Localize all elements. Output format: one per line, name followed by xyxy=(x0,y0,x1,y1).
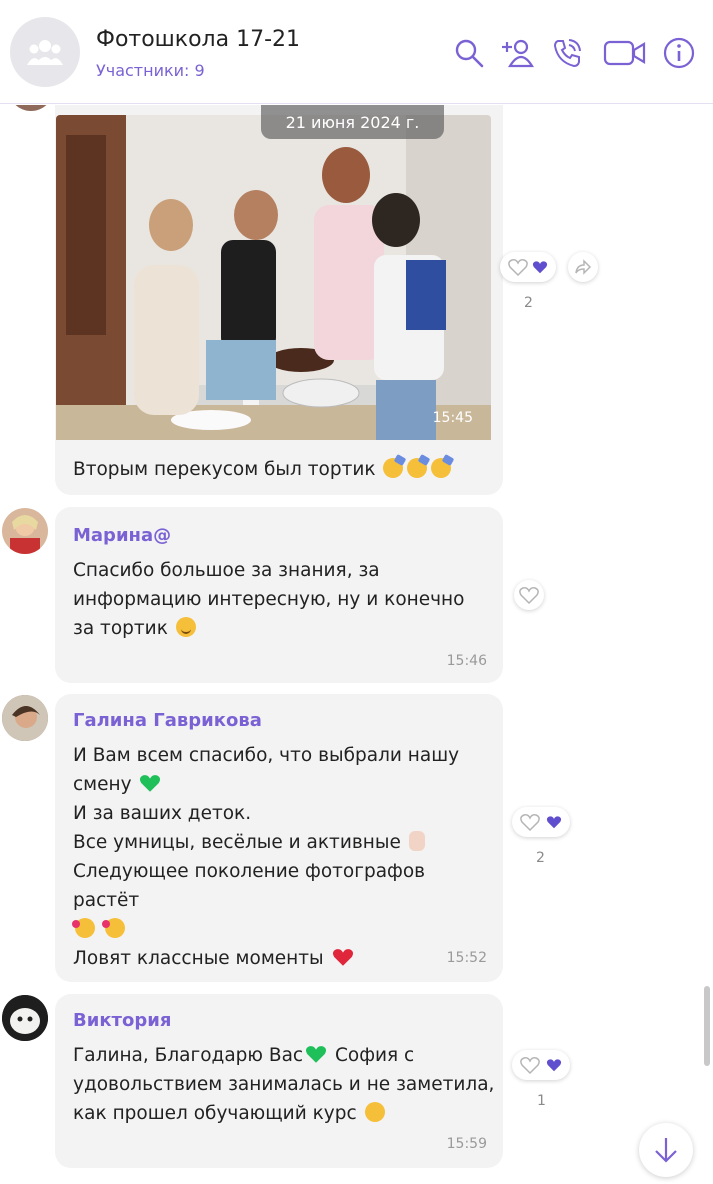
message-line: удовольствием занималась и не заметила, xyxy=(73,1074,495,1095)
sender-name[interactable]: Галина Гаврикова xyxy=(73,710,262,731)
info-icon[interactable] xyxy=(662,36,696,70)
video-call-icon[interactable] xyxy=(602,36,648,70)
message-time: 15:52 xyxy=(446,950,487,966)
reaction-bar[interactable] xyxy=(500,252,598,282)
reaction-count: 2 xyxy=(536,850,545,866)
group-avatar[interactable] xyxy=(10,17,80,87)
heart-outline-icon xyxy=(520,814,540,831)
message-time: 15:59 xyxy=(446,1136,487,1152)
scroll-to-bottom-button[interactable] xyxy=(639,1123,693,1177)
red-heart-icon xyxy=(332,947,354,967)
heart-outline-icon xyxy=(520,1057,540,1074)
photo-caption: Вторым перекусом был тортик xyxy=(73,459,376,480)
group-icon xyxy=(27,40,63,65)
heart-filled-icon xyxy=(532,261,548,274)
message-line: И Вам всем спасибо, что выбрали нашу xyxy=(73,745,460,766)
photo[interactable]: 15:45 xyxy=(56,115,491,440)
share-icon xyxy=(575,259,592,275)
message-line: Все умницы, весёлые и активные xyxy=(73,832,401,853)
message-bubble[interactable]: Галина Гаврикова И Вам всем спасибо, что… xyxy=(55,694,503,982)
search-icon[interactable] xyxy=(452,36,486,70)
smiling-face-with-hearts-icon xyxy=(101,918,125,938)
like-button[interactable] xyxy=(514,580,544,610)
avatar[interactable] xyxy=(2,695,48,741)
message-line: Ловят классные моменты xyxy=(73,948,324,969)
avatar[interactable] xyxy=(2,995,48,1041)
chat-title[interactable]: Фотошкола 17-21 xyxy=(96,27,300,52)
reaction-count: 2 xyxy=(524,295,533,311)
participants-count[interactable]: Участники: 9 xyxy=(96,61,205,80)
like-button[interactable] xyxy=(512,1050,570,1080)
chat-header: Фотошкола 17-21 Участники: 9 xyxy=(0,0,713,104)
message-line: Галина, Благодарю Вас xyxy=(73,1045,304,1066)
avatar[interactable] xyxy=(2,508,48,554)
add-participant-icon[interactable] xyxy=(500,36,534,70)
reaction-bar[interactable] xyxy=(514,580,544,610)
message-time: 15:46 xyxy=(446,653,487,669)
heart-outline-icon xyxy=(508,259,528,276)
message-text: Вторым перекусом был тортик xyxy=(73,455,493,484)
forward-button[interactable] xyxy=(568,252,598,282)
message-bubble[interactable]: Марина@ Спасибо большое за знания, за ин… xyxy=(55,507,503,683)
reaction-bar[interactable] xyxy=(512,807,570,837)
message-line: София с xyxy=(334,1045,415,1066)
winking-face-icon xyxy=(364,1102,385,1122)
call-icon[interactable] xyxy=(550,36,584,70)
green-heart-icon xyxy=(139,773,161,793)
message-list[interactable]: 21 июня 2024 г. 15:45 Вторым перекусом б… xyxy=(0,105,713,1184)
message-text: И Вам всем спасибо, что выбрали нашу сме… xyxy=(72,741,493,973)
message-body: Спасибо большое за знания, за информацию… xyxy=(73,560,471,639)
partying-face-icon xyxy=(407,458,428,478)
message-text: Галина, Благодарю Вас София с удовольств… xyxy=(73,1041,498,1128)
like-button[interactable] xyxy=(500,252,556,282)
message-line: смену xyxy=(73,774,132,795)
thumbs-up-icon xyxy=(408,831,425,851)
smiling-face-icon xyxy=(175,617,196,637)
message-line: как прошел обучающий курс xyxy=(73,1103,357,1124)
message-line: Следующее поколение фотографов растёт xyxy=(73,861,431,911)
sender-name[interactable]: Виктория xyxy=(73,1010,171,1031)
smiling-face-with-hearts-icon xyxy=(72,918,95,938)
message-text: Спасибо большое за знания, за информацию… xyxy=(73,556,478,643)
reaction-count: 1 xyxy=(537,1093,546,1109)
heart-filled-icon xyxy=(546,816,562,829)
avatar[interactable] xyxy=(8,105,54,111)
reaction-bar[interactable] xyxy=(512,1050,570,1080)
heart-outline-icon xyxy=(519,587,539,604)
green-heart-icon xyxy=(305,1044,327,1064)
like-button[interactable] xyxy=(512,807,570,837)
partying-face-icon xyxy=(383,458,404,478)
scrollbar[interactable] xyxy=(704,986,710,1066)
message-time: 15:45 xyxy=(432,410,473,426)
message-line: И за ваших деток. xyxy=(73,803,252,824)
date-divider: 21 июня 2024 г. xyxy=(261,105,444,139)
photo-image xyxy=(56,115,491,440)
arrow-down-icon xyxy=(655,1138,677,1163)
sender-name[interactable]: Марина@ xyxy=(73,525,171,546)
message-bubble[interactable]: Виктория Галина, Благодарю Вас София с у… xyxy=(55,994,503,1168)
heart-filled-icon xyxy=(546,1059,562,1072)
partying-face-icon xyxy=(431,458,452,478)
